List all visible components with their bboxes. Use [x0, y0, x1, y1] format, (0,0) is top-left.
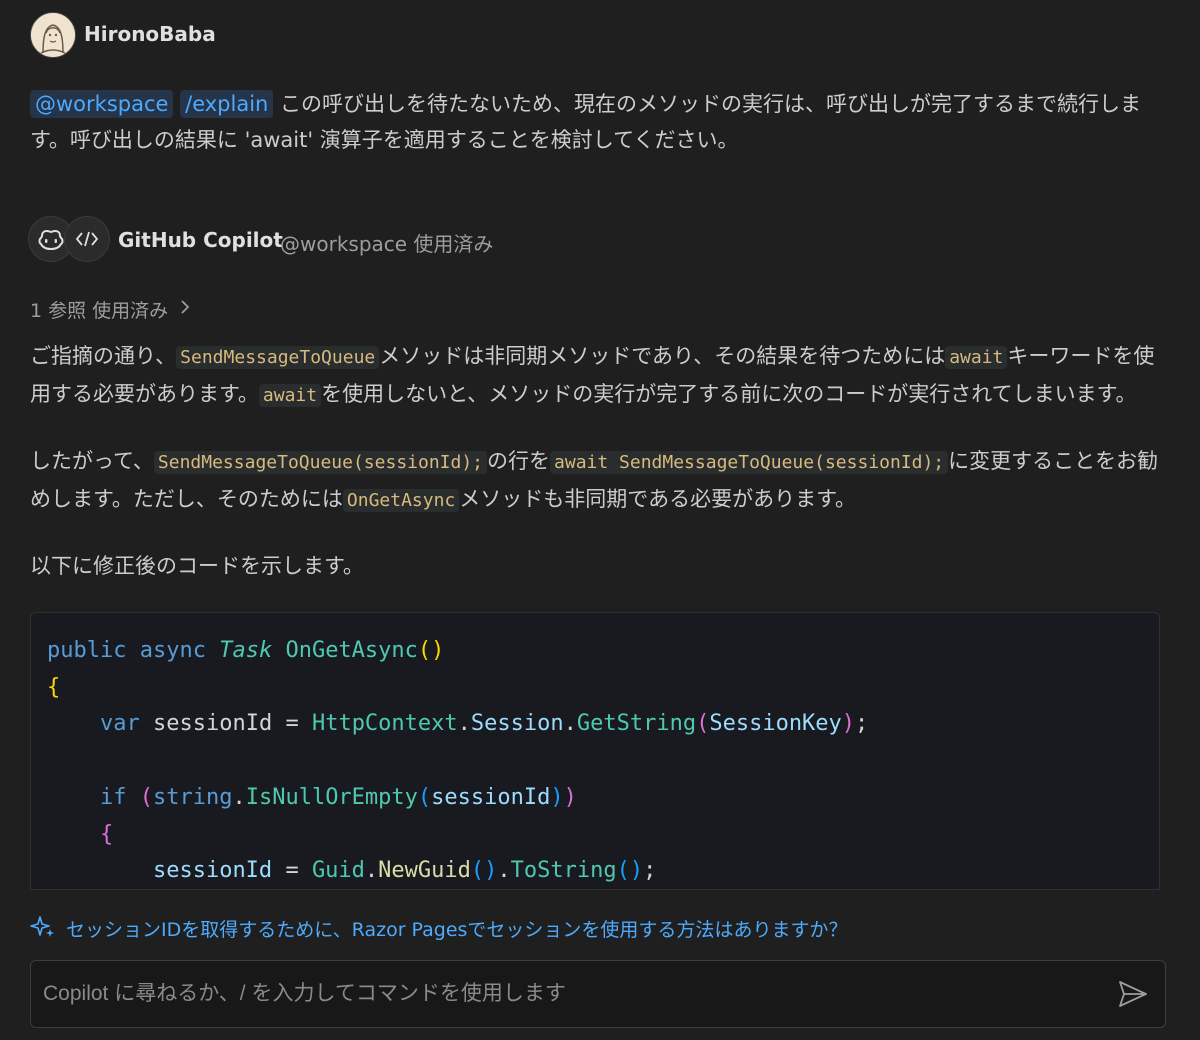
code-token: { — [47, 674, 61, 700]
code-token: Task — [219, 638, 273, 663]
code-token: ; — [643, 858, 657, 884]
code-token: GetString — [576, 711, 697, 737]
code-token: OnGetAsync — [285, 638, 418, 663]
code-token: if — [99, 784, 127, 810]
followup-suggestion[interactable]: セッションIDを取得するために、Razor Pagesでセッションを使用する方法… — [30, 914, 847, 943]
code-token: sessionId — [152, 858, 273, 884]
response-paragraph-3: 以下に修正後のコードを示します。 — [30, 554, 364, 578]
code-icon — [64, 216, 110, 262]
send-icon[interactable] — [1117, 979, 1149, 1009]
inline-code: await — [945, 346, 1008, 369]
references-toggle[interactable]: 1 参照 使用済み — [30, 296, 192, 323]
inline-code: await — [258, 384, 322, 407]
code-block[interactable]: public async Task OnGetAsync() { var ses… — [30, 612, 1160, 890]
code-token: IsNullOrEmpty — [245, 784, 418, 810]
p1-text-d: を使用しないと、メソッドの実行が完了する前に次のコードが実行されてしまいます。 — [321, 382, 1137, 406]
response-paragraph-1: ご指摘の通り、 SendMessageToQueue メソッドは非同期メソッドであり… — [30, 338, 1170, 414]
user-avatar — [30, 12, 76, 58]
code-token: SessionKey — [709, 711, 842, 737]
code-token: var — [99, 711, 140, 737]
code-content: public async Task OnGetAsync() { var ses… — [47, 638, 869, 884]
assistant-subtitle: @workspace 使用済み — [280, 232, 494, 256]
code-token: string — [152, 784, 233, 810]
references-label: 1 参照 使用済み — [30, 300, 169, 322]
code-token: async — [139, 638, 206, 663]
p2-text-d: メソッドも非同期である必要があります。 — [459, 487, 856, 511]
response-paragraph-2: したがって、 SendMessageToQueue(sessionId); の行を a… — [30, 443, 1170, 519]
chat-input-container — [30, 960, 1166, 1028]
code-token: HttpContext — [311, 711, 458, 737]
sparkle-icon — [30, 914, 56, 943]
user-message: @workspace /explain この呼び出しを待たないため、現在のメソッ… — [30, 86, 1170, 158]
assistant-name: GitHub Copilot — [118, 228, 283, 252]
inline-code: await SendMessageToQueue(sessionId); — [550, 451, 949, 474]
code-token: = — [285, 711, 299, 737]
code-token: () — [417, 638, 445, 663]
assistant-icons — [28, 216, 110, 262]
inline-code: OnGetAsync — [342, 489, 460, 512]
explain-chip[interactable]: /explain — [180, 90, 274, 118]
p1-text-b: メソッドは非同期メソッドであり、その結果を待つためには — [379, 344, 946, 368]
code-token: = — [285, 858, 299, 884]
workspace-chip[interactable]: @workspace — [30, 90, 174, 118]
inline-code: SendMessageToQueue — [176, 346, 380, 369]
code-token: ToString — [510, 858, 617, 884]
code-token: { — [99, 821, 114, 847]
code-token: Session — [470, 711, 564, 737]
code-token: NewGuid — [378, 858, 471, 884]
user-name: HironoBaba — [84, 22, 216, 46]
p2-text-a: したがって、 — [30, 449, 154, 473]
code-token: Guid — [311, 858, 365, 884]
code-token: sessionId — [152, 711, 273, 737]
suggestion-text: セッションIDを取得するために、Razor Pagesでセッションを使用する方法… — [66, 919, 848, 941]
inline-code: SendMessageToQueue(sessionId); — [153, 451, 488, 474]
code-token: sessionId — [431, 784, 551, 810]
chevron-right-icon — [178, 298, 192, 321]
code-token: ; — [855, 711, 869, 737]
p1-text-a: ご指摘の通り、 — [30, 344, 177, 368]
chat-input[interactable] — [41, 975, 1095, 1013]
p2-text-b: の行を — [487, 449, 551, 473]
code-token: public — [47, 638, 127, 663]
